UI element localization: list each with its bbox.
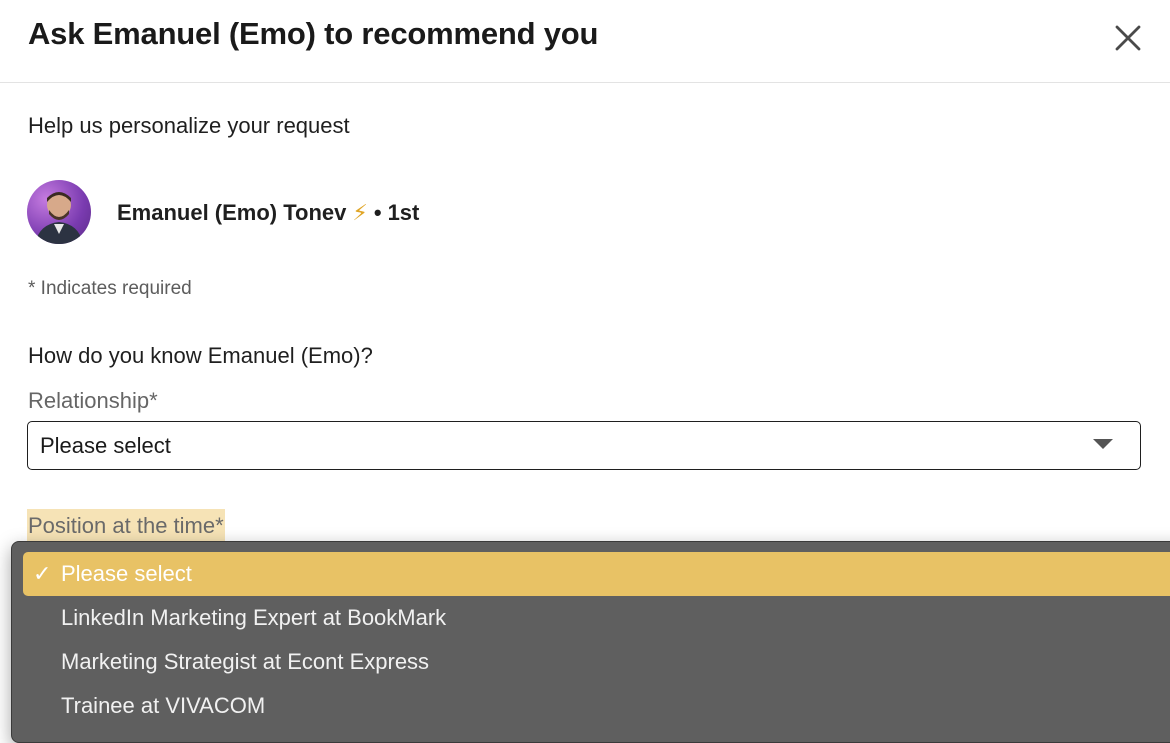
person-name: Emanuel (Emo) Tonev bbox=[117, 200, 347, 225]
dropdown-option-vivacom[interactable]: Trainee at VIVACOM bbox=[23, 684, 1170, 728]
connection-degree: 1st bbox=[387, 200, 420, 225]
position-label: Position at the time* bbox=[27, 509, 225, 542]
caret-down-icon bbox=[1093, 439, 1113, 449]
question-heading: How do you know Emanuel (Emo)? bbox=[28, 343, 373, 368]
required-note: * Indicates required bbox=[28, 278, 192, 299]
dialog-subtitle: Help us personalize your request bbox=[28, 113, 350, 138]
close-icon bbox=[1108, 18, 1148, 58]
dropdown-option-please-select[interactable]: ✓ Please select bbox=[23, 552, 1170, 596]
dropdown-option-bookmark[interactable]: LinkedIn Marketing Expert at BookMark bbox=[23, 596, 1170, 640]
person-info: Emanuel (Emo) Tonev ⚡ • 1st bbox=[117, 200, 419, 226]
connector-dot: • bbox=[373, 200, 382, 225]
avatar bbox=[27, 180, 91, 244]
dropdown-option-econt[interactable]: Marketing Strategist at Econt Express bbox=[23, 640, 1170, 684]
dialog-title: Ask Emanuel (Emo) to recommend you bbox=[28, 16, 599, 51]
relationship-select-value: Please select bbox=[40, 433, 171, 458]
lightning-icon: ⚡ bbox=[352, 200, 368, 225]
relationship-label: Relationship* bbox=[28, 388, 158, 413]
dialog-header: Ask Emanuel (Emo) to recommend you bbox=[0, 0, 1170, 83]
checkmark-icon: ✓ bbox=[33, 561, 52, 586]
relationship-select[interactable]: Please select bbox=[27, 421, 1141, 470]
close-button[interactable] bbox=[1108, 18, 1148, 58]
position-dropdown-menu: ✓ Please select LinkedIn Marketing Exper… bbox=[11, 541, 1170, 743]
